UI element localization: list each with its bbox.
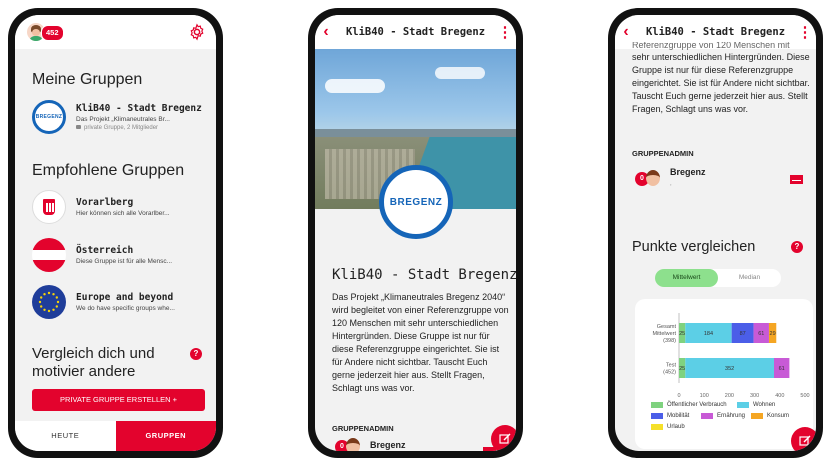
points-badge: 452 xyxy=(41,25,64,41)
admin-name: Bregenz xyxy=(370,440,406,450)
seg-median[interactable]: Median xyxy=(718,269,781,287)
points-title: Punkte vergleichen xyxy=(632,239,756,255)
groups-screen: 452 Meine Gruppen BREGENZ KliB40 - Stadt… xyxy=(15,15,216,451)
legend-swatch xyxy=(737,401,749,408)
data-label: 61 xyxy=(779,366,785,372)
chart-legend: Öffentlicher Verbrauch Wohnen Mobilität … xyxy=(651,399,811,432)
admin-face xyxy=(646,170,660,186)
group-desc: Hier können sich alle Vorarlber... xyxy=(76,210,170,217)
group-compare-screen: ‹ KliB40 - Stadt Bregenz ⋮ Referenzgrupp… xyxy=(615,15,816,451)
phone-groups-overview: 452 Meine Gruppen BREGENZ KliB40 - Stadt… xyxy=(8,8,223,458)
group-desc: Das Projekt „Klimaneutrales Br... xyxy=(76,116,170,123)
lock-icon xyxy=(76,125,81,130)
compare-title: Vergleich dich und motivier andere xyxy=(32,345,155,380)
header: ‹ KliB40 - Stadt Bregenz ⋮ xyxy=(315,15,516,49)
admin-title: GRUPPENADMIN xyxy=(332,424,394,433)
group-name: Europe and beyond xyxy=(76,292,174,303)
austria-flag-icon xyxy=(32,238,66,272)
group-item-europe[interactable]: Europe and beyond We do have specific gr… xyxy=(32,282,206,322)
help-icon[interactable]: ? xyxy=(190,348,202,360)
bregenz-logo-icon: BREGENZ xyxy=(32,100,66,134)
admin-title: GRUPPENADMIN xyxy=(632,149,694,158)
compose-button[interactable] xyxy=(791,427,816,451)
mail-icon[interactable] xyxy=(790,175,803,184)
data-label: 352 xyxy=(725,366,734,372)
data-label: 61 xyxy=(758,331,764,337)
group-detail-screen: ‹ KliB40 - Stadt Bregenz ⋮ BREGENZ KliB4… xyxy=(315,15,516,451)
data-label: 25 xyxy=(679,331,685,337)
bottom-tab-bar: HEUTE GRUPPEN xyxy=(15,421,216,451)
admin-name: Bregenz xyxy=(670,167,706,177)
more-icon[interactable]: ⋮ xyxy=(494,25,516,40)
back-icon[interactable]: ‹ xyxy=(315,23,337,41)
group-description: sehr unterschiedlichen Hintergründen. Di… xyxy=(632,52,810,114)
group-meta: private Gruppe, 2 Mitglieder xyxy=(76,125,206,131)
tab-gruppen[interactable]: GRUPPEN xyxy=(115,421,216,451)
legend-konsum: Konsum xyxy=(767,412,790,419)
admin-sub: , xyxy=(670,181,672,187)
header-title: KliB40 - Stadt Bregenz xyxy=(345,26,486,38)
category-label: Gesamt Mittelwert (398) xyxy=(652,324,676,344)
phone-group-detail: ‹ KliB40 - Stadt Bregenz ⋮ BREGENZ KliB4… xyxy=(308,8,523,458)
legend-swatch xyxy=(651,412,663,419)
group-item-oesterreich[interactable]: Österreich Diese Gruppe ist für alle Men… xyxy=(32,235,206,275)
chart-card: Gesamt Mittelwert (398) 25 184 87 61 29 Test (452… xyxy=(635,299,813,449)
tab-heute[interactable]: HEUTE xyxy=(15,421,116,451)
legend-swatch xyxy=(751,412,763,419)
group-name: Österreich xyxy=(76,245,134,256)
group-meta-text: private Gruppe, 2 Mitglieder xyxy=(84,125,159,131)
data-label: 87 xyxy=(740,331,746,337)
data-label: 184 xyxy=(704,331,713,337)
group-name: Vorarlberg xyxy=(76,197,134,208)
group-description: Das Projekt „Klimaneutrales Bregenz 2040… xyxy=(332,292,509,393)
recommended-title: Empfohlene Gruppen xyxy=(32,162,185,179)
legend-oeffentlich: Öffentlicher Verbrauch xyxy=(667,401,727,408)
description-cut-line: Referenzgruppe von 120 Menschen mit xyxy=(632,42,790,50)
group-name: KliB40 - Stadt Bregenz xyxy=(76,103,202,114)
legend-wohnen: Wohnen xyxy=(753,401,776,408)
legend-ernaehrung: Ernährung xyxy=(717,412,746,419)
data-label: 25 xyxy=(679,366,685,372)
admin-face xyxy=(346,438,360,451)
gear-icon[interactable] xyxy=(188,23,206,41)
group-desc: We do have specific groups whe... xyxy=(76,305,175,312)
points-chart: Gesamt Mittelwert (398)25 184 87 61 29Test (452… xyxy=(652,313,810,399)
segmented-control: Mittelwert Median xyxy=(655,269,781,287)
group-logo: BREGENZ xyxy=(379,165,453,239)
group-title: KliB40 - Stadt Bregenz xyxy=(332,267,516,283)
group-item-bregenz[interactable]: BREGENZ KliB40 - Stadt Bregenz Das Proje… xyxy=(32,97,206,137)
data-label: 29 xyxy=(770,331,776,337)
phone-group-compare: ‹ KliB40 - Stadt Bregenz ⋮ Referenzgrupp… xyxy=(608,8,823,458)
header: 452 xyxy=(15,15,216,49)
my-groups-title: Meine Gruppen xyxy=(32,71,143,88)
help-icon[interactable]: ? xyxy=(791,241,803,253)
bregenz-logo-text: BREGENZ xyxy=(35,114,63,120)
legend-mobilitaet: Mobilität xyxy=(667,412,690,419)
eu-flag-icon xyxy=(32,285,66,319)
mail-icon[interactable] xyxy=(483,447,496,451)
legend-swatch xyxy=(651,423,663,430)
vorarlberg-coat-icon xyxy=(32,190,66,224)
category-label: Test (452) xyxy=(663,363,676,376)
legend-swatch xyxy=(651,401,663,408)
seg-mittelwert[interactable]: Mittelwert xyxy=(655,269,718,287)
create-private-group-button[interactable]: PRIVATE GRUPPE ERSTELLEN + xyxy=(32,389,205,411)
bregenz-logo-text: BREGENZ xyxy=(389,196,443,208)
group-item-vorarlberg[interactable]: Vorarlberg Hier können sich alle Vorarlb… xyxy=(32,187,206,227)
legend-swatch xyxy=(701,412,713,419)
back-icon[interactable]: ‹ xyxy=(615,23,637,41)
header-title: KliB40 - Stadt Bregenz xyxy=(645,26,786,38)
legend-urlaub: Urlaub xyxy=(667,423,685,430)
more-icon[interactable]: ⋮ xyxy=(794,25,816,40)
group-desc: Diese Gruppe ist für alle Mensc... xyxy=(76,258,173,265)
